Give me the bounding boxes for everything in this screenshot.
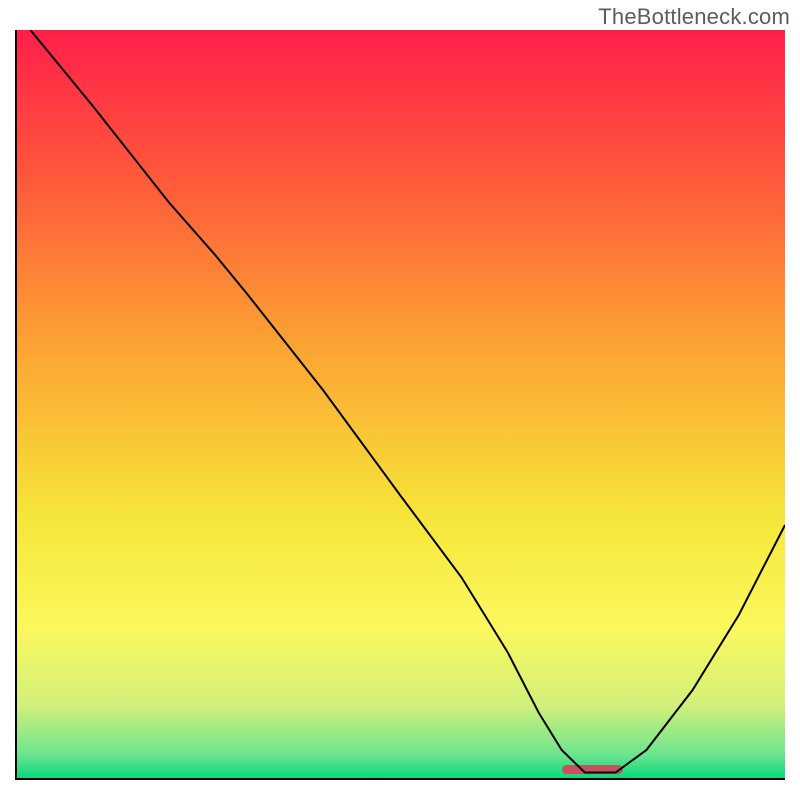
curve-path: [30, 30, 785, 773]
plot-area: [15, 30, 785, 780]
watermark-text: TheBottleneck.com: [598, 4, 790, 30]
chart-canvas: TheBottleneck.com: [0, 0, 800, 800]
bottleneck-curve: [15, 30, 785, 780]
x-axis: [15, 778, 785, 780]
y-axis: [15, 30, 17, 780]
